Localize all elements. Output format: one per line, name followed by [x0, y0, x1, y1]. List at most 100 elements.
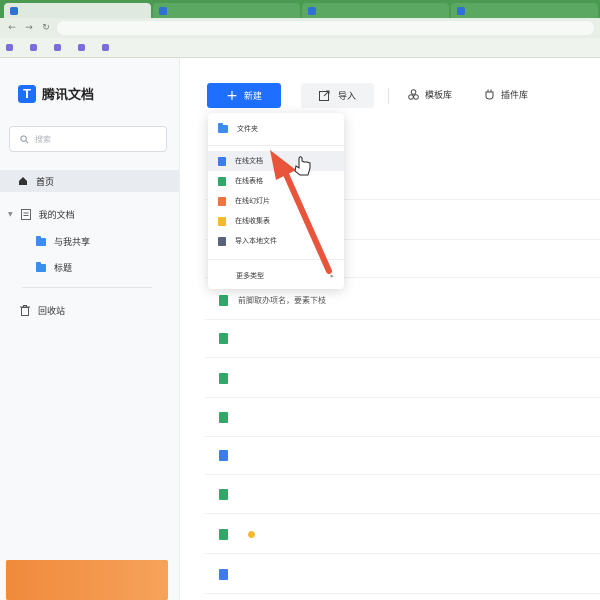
bookmark-icon [54, 44, 61, 51]
green-doc-icon [219, 333, 228, 344]
sidebar-divider [22, 287, 152, 288]
green-doc-icon [219, 412, 228, 423]
form-icon [218, 216, 226, 226]
table-row[interactable] [205, 399, 600, 437]
doc-name: 前脚取办项名，要素下枝 [238, 296, 326, 305]
sheet-icon [218, 176, 226, 186]
table-row[interactable] [205, 437, 600, 475]
template-library-button[interactable]: 模板库 [408, 88, 452, 101]
sidebar-item-home[interactable]: 首页 [0, 170, 179, 192]
bookmark-item[interactable] [54, 44, 64, 51]
menu-divider [208, 145, 344, 146]
reload-icon[interactable]: ↻ [40, 22, 52, 34]
forward-icon[interactable]: → [23, 22, 35, 34]
bookmark-item[interactable] [30, 44, 40, 51]
chevron-right-icon: ▸ [330, 272, 334, 280]
template-library-label: 模板库 [425, 91, 453, 101]
new-button[interactable]: + 新建 [207, 83, 281, 108]
sidebar-item-label: 我的文档 [38, 211, 75, 221]
menu-item-label: 文件夹 [237, 125, 258, 133]
menu-divider [208, 259, 344, 260]
sidebar-item-label: 首页 [36, 177, 55, 188]
import-button[interactable]: 导入 [301, 83, 374, 108]
bookmark-item[interactable] [78, 44, 88, 51]
tab-favicon-icon [308, 6, 316, 15]
browser-tab[interactable] [451, 3, 598, 18]
green-doc-icon [219, 373, 228, 384]
doc-icon [218, 156, 226, 166]
plus-icon: + [226, 87, 238, 104]
template-icon [408, 89, 419, 100]
toolbar-divider [388, 88, 389, 104]
table-row[interactable] [205, 360, 600, 398]
menu-item-label: 在线表格 [235, 177, 263, 185]
plugin-library-label: 插件库 [501, 91, 529, 101]
bookmark-item[interactable] [102, 44, 112, 51]
blue-doc-icon [219, 569, 228, 580]
bookmark-icon [102, 44, 109, 51]
sidebar-item-shared[interactable]: 与我共享 [36, 235, 90, 248]
sidebar-item-label: 与我共享 [54, 238, 91, 248]
app-title: 腾讯文档 [42, 88, 95, 103]
sidebar-item-label: 回收站 [38, 307, 66, 317]
table-row[interactable] [205, 476, 600, 514]
table-row[interactable] [205, 556, 600, 594]
menu-item-label: 在线幻灯片 [235, 197, 270, 205]
menu-item-online-doc[interactable]: 在线文档 [208, 151, 344, 171]
search-placeholder: 搜索 [35, 134, 51, 144]
green-doc-icon [219, 529, 228, 540]
trash-icon [20, 305, 30, 316]
document-icon [20, 209, 31, 220]
sidebar-item-my-docs[interactable]: ▼ 我的文档 [8, 208, 75, 221]
sidebar-item-recycle[interactable]: 回收站 [20, 304, 65, 317]
table-row[interactable] [205, 516, 600, 554]
browser-tab-strip [0, 0, 600, 18]
tab-favicon-icon [457, 6, 465, 15]
shared-folder-icon [36, 235, 46, 246]
sidebar-item-tags[interactable]: 标题 [36, 261, 72, 274]
promo-banner[interactable] [6, 560, 168, 600]
plugin-library-button[interactable]: 插件库 [484, 88, 528, 101]
menu-item-label: 在线收集表 [235, 217, 270, 225]
import-button-label: 导入 [337, 92, 356, 102]
menu-item-online-slides[interactable]: 在线幻灯片 [208, 191, 344, 211]
slides-icon [218, 196, 226, 206]
caret-down-icon[interactable]: ▼ [8, 211, 13, 218]
sidebar: T 腾讯文档 搜索 首页 ▼ 我的文档 与我共享 标题 回收站 [0, 58, 180, 600]
table-row[interactable] [205, 320, 600, 358]
menu-item-folder[interactable]: 文件夹 [208, 119, 344, 139]
search-icon [20, 134, 29, 143]
green-doc-icon [219, 489, 228, 500]
folder-icon [36, 261, 46, 272]
bookmark-item[interactable] [6, 44, 16, 51]
new-dropdown-menu: 文件夹 在线文档 在线表格 在线幻灯片 在线收集表 导入本地文件 更多类型 ▸ [208, 113, 344, 289]
star-icon[interactable] [248, 531, 255, 538]
green-doc-icon [219, 295, 228, 306]
app-logo[interactable]: T 腾讯文档 [18, 84, 94, 103]
blue-doc-icon [219, 450, 228, 461]
tab-favicon-icon [10, 6, 18, 15]
back-icon[interactable]: ← [6, 22, 18, 34]
search-input[interactable]: 搜索 [9, 126, 167, 152]
menu-item-label: 导入本地文件 [235, 237, 277, 245]
upload-icon [218, 236, 226, 246]
browser-tab[interactable] [4, 3, 151, 18]
url-field[interactable] [57, 21, 594, 35]
tab-favicon-icon [159, 6, 167, 15]
browser-tab[interactable] [302, 3, 449, 18]
bookmark-icon [78, 44, 85, 51]
menu-item-more-types[interactable]: 更多类型 ▸ [208, 266, 344, 286]
tencent-docs-logo-icon: T [18, 84, 36, 103]
menu-item-import-local[interactable]: 导入本地文件 [208, 231, 344, 251]
import-icon [318, 90, 330, 101]
menu-item-online-form[interactable]: 在线收集表 [208, 211, 344, 231]
browser-address-bar: ← → ↻ [0, 18, 600, 38]
plugin-icon [485, 89, 494, 100]
menu-item-label: 在线文档 [235, 157, 263, 165]
menu-item-online-sheet[interactable]: 在线表格 [208, 171, 344, 191]
new-button-label: 新建 [243, 92, 262, 102]
bookmark-icon [30, 44, 37, 51]
bookmark-icon [6, 44, 13, 51]
browser-tab[interactable] [153, 3, 300, 18]
folder-icon [218, 123, 228, 133]
